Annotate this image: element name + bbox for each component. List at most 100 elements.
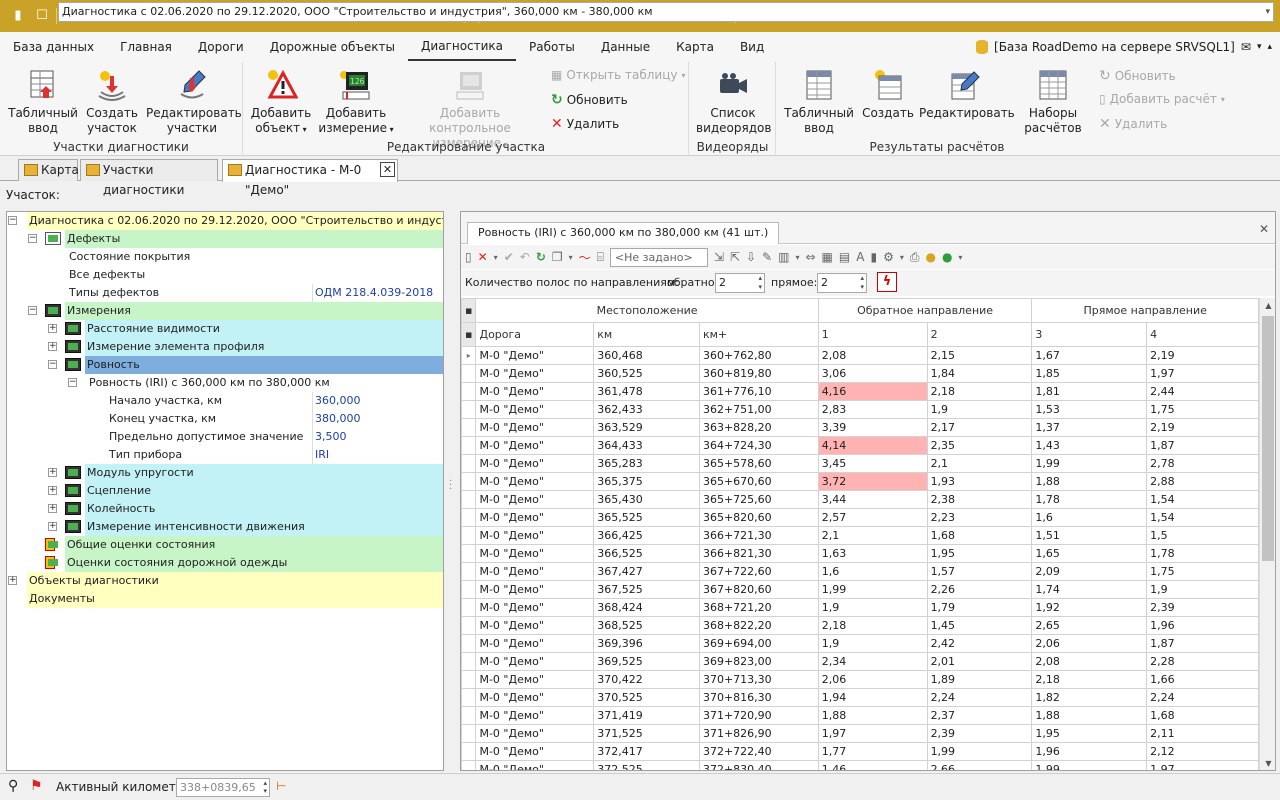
table-cell[interactable]: М-0 "Демо"	[475, 472, 595, 491]
header-forward[interactable]: Прямое направление	[1031, 298, 1259, 323]
table-row[interactable]: М-0 "Демо" 362,433 362+751,00 2,83 1,9 1,53 1,…	[461, 400, 1259, 419]
marker-icon[interactable]: ⚑	[30, 778, 43, 794]
table-row[interactable]: М-0 "Демо" 372,525 372+830,40 1,46 2,66 1,99 1…	[461, 760, 1259, 770]
table-cell[interactable]: М-0 "Демо"	[475, 526, 595, 545]
table-cell[interactable]: 1,77	[817, 742, 928, 761]
table-cell[interactable]: 365+820,60	[698, 508, 819, 527]
table-row[interactable]: М-0 "Демо" 361,478 361+776,10 4,16 2,18 1,81 2…	[461, 382, 1259, 401]
table-cell[interactable]: 2,23	[926, 508, 1033, 527]
table-cell[interactable]: М-0 "Демо"	[475, 634, 595, 653]
table-cell[interactable]: 369+694,00	[698, 634, 819, 653]
table-cell[interactable]: 3,44	[817, 490, 928, 509]
table-cell[interactable]: 3,39	[817, 418, 928, 437]
table-cell[interactable]: М-0 "Демо"	[475, 688, 595, 707]
chevron-down-icon[interactable]: ▾	[795, 253, 799, 262]
table-cell[interactable]: 1,78	[1146, 544, 1259, 563]
table-cell[interactable]: 2,35	[926, 436, 1033, 455]
table-cell[interactable]: 2,17	[926, 418, 1033, 437]
font-icon[interactable]: A	[856, 250, 864, 264]
table-cell[interactable]: 360+762,80	[698, 346, 819, 365]
row-indicator[interactable]	[461, 580, 477, 599]
table-cell[interactable]: 366+721,30	[698, 526, 819, 545]
table-cell[interactable]: М-0 "Демо"	[475, 400, 595, 419]
row-indicator[interactable]	[461, 526, 477, 545]
expand-icon[interactable]: +	[48, 522, 57, 531]
row-indicator[interactable]	[461, 490, 477, 509]
table-cell[interactable]: 2,34	[817, 652, 928, 671]
calc-sets-button[interactable]: Наборы расчётов	[1017, 68, 1089, 136]
fit-icon[interactable]: ⇔	[805, 250, 815, 264]
table-cell[interactable]: 1,63	[817, 544, 928, 563]
add-measurement-button[interactable]: 126 Добавить измерение ▾	[318, 68, 394, 137]
table-cell[interactable]: 1,6	[817, 562, 928, 581]
table-cell[interactable]: 362+751,00	[698, 400, 819, 419]
table-cell[interactable]: 2,44	[1146, 382, 1259, 401]
table-cell[interactable]: 1,37	[1031, 418, 1148, 437]
table-cell[interactable]: 1,88	[1031, 472, 1148, 491]
table-cell[interactable]: 371,525	[593, 724, 700, 743]
row-indicator[interactable]	[461, 670, 477, 689]
table-cell[interactable]: М-0 "Демо"	[475, 508, 595, 527]
results-table-input-button[interactable]: Табличный ввод	[783, 68, 855, 136]
header-backward[interactable]: Обратное направление	[817, 298, 1033, 323]
table-cell[interactable]: 368+822,20	[698, 616, 819, 635]
tree-node-m3a[interactable]: − Ровность (IRI) с 360,000 км по 380,000 …	[7, 374, 443, 392]
pin-icon[interactable]: ⚲	[8, 778, 18, 794]
chart-icon[interactable]: 〜	[579, 249, 591, 266]
table-row[interactable]: М-0 "Демо" 371,419 371+720,90 1,88 2,37 1,88 1…	[461, 706, 1259, 725]
table-cell[interactable]: 365,375	[593, 472, 700, 491]
collapse-icon[interactable]: −	[8, 216, 17, 225]
table-cell[interactable]: 1,84	[926, 364, 1033, 383]
collapse-ribbon-icon[interactable]: ▴	[1267, 42, 1272, 52]
add-object-button[interactable]: Добавить объект ▾	[250, 68, 312, 137]
open-table-button[interactable]: ▦ Открыть таблицу ▾	[551, 68, 686, 82]
table-cell[interactable]: 371,419	[593, 706, 700, 725]
columns-icon[interactable]: ▥	[778, 250, 789, 264]
column-lane-1[interactable]: 1	[817, 322, 928, 347]
tree-node-m1[interactable]: + Расстояние видимости	[7, 320, 443, 338]
table-cell[interactable]: 2,06	[1031, 634, 1148, 653]
table-cell[interactable]: 2,01	[926, 652, 1033, 671]
table-row[interactable]: ▸ М-0 "Демо" 360,468 360+762,80 2,08 2,15 1,67…	[461, 346, 1259, 365]
table-cell[interactable]: М-0 "Демо"	[475, 580, 595, 599]
settings-icon[interactable]: ⚙	[883, 250, 894, 264]
table-cell[interactable]: 2,65	[1031, 616, 1148, 635]
row-indicator[interactable]	[461, 364, 477, 383]
table-cell[interactable]: М-0 "Демо"	[475, 418, 595, 437]
tree-node-value[interactable]: 380,000	[312, 410, 443, 428]
table-cell[interactable]: 1,51	[1031, 526, 1148, 545]
scroll-thumb[interactable]	[1262, 316, 1274, 561]
check-icon[interactable]: ✔	[504, 250, 514, 264]
table-cell[interactable]: 2,1	[817, 526, 928, 545]
tree-node-obj[interactable]: + Объекты диагностики	[7, 572, 443, 590]
results-refresh-button[interactable]: ↻ Обновить	[1099, 68, 1176, 84]
table-cell[interactable]: 2,26	[926, 580, 1033, 599]
table-cell[interactable]: М-0 "Демо"	[475, 490, 595, 509]
table-cell[interactable]: 370+816,30	[698, 688, 819, 707]
table-cell[interactable]: М-0 "Демо"	[475, 364, 595, 383]
tab-works[interactable]: Работы	[516, 32, 588, 62]
close-icon[interactable]: ✕	[1259, 222, 1269, 236]
table-row[interactable]: М-0 "Демо" 364,433 364+724,30 4,14 2,35 1,43 1…	[461, 436, 1259, 455]
table-cell[interactable]: 1,9	[926, 400, 1033, 419]
tree-node-value[interactable]: ОДМ 218.4.039-2018	[312, 284, 443, 302]
table-cell[interactable]: 362,433	[593, 400, 700, 419]
table-cell[interactable]: 1,87	[1146, 634, 1259, 653]
table-cell[interactable]: 1,82	[1031, 688, 1148, 707]
table-cell[interactable]: 1,78	[1031, 490, 1148, 509]
collapse-icon[interactable]: −	[48, 360, 57, 369]
table-cell[interactable]: М-0 "Демо"	[475, 382, 595, 401]
table-cell[interactable]: 2,19	[1146, 346, 1259, 365]
table-cell[interactable]: 369+823,00	[698, 652, 819, 671]
table-cell[interactable]: М-0 "Демо"	[475, 562, 595, 581]
table-cell[interactable]: 370+713,30	[698, 670, 819, 689]
tree-node-o1[interactable]: Общие оценки состояния	[7, 536, 443, 554]
table-cell[interactable]: 371+720,90	[698, 706, 819, 725]
tab-home[interactable]: Главная	[107, 32, 185, 62]
table-row[interactable]: М-0 "Демо" 367,427 367+722,60 1,6 1,57 2,09 1,…	[461, 562, 1259, 581]
table-cell[interactable]: 367,525	[593, 580, 700, 599]
table-cell[interactable]: 365,430	[593, 490, 700, 509]
table-cell[interactable]: 1,88	[817, 706, 928, 725]
row-indicator[interactable]	[461, 382, 477, 401]
table-cell[interactable]: 367+820,60	[698, 580, 819, 599]
